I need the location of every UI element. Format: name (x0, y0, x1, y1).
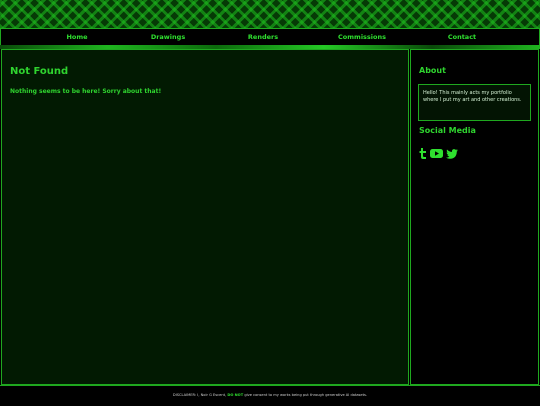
header-banner (0, 0, 540, 28)
nav-commissions-link[interactable]: Commissions (338, 29, 386, 45)
disclaimer-text: DISCLAIMER: I, Noir G Escent, DO NOT giv… (0, 393, 540, 397)
tumblr-icon[interactable] (419, 148, 427, 159)
footer: DISCLAIMER: I, Noir G Escent, DO NOT giv… (0, 385, 540, 406)
social-icons (419, 148, 458, 159)
disclaimer-prefix: DISCLAIMER: I, Noir G Escent, (172, 393, 227, 397)
main-content: Not Found Nothing seems to be here! Sorr… (1, 49, 409, 385)
about-box: Hello! This mainly acts my portfolio whe… (418, 84, 531, 121)
not-found-message: Nothing seems to be here! Sorry about th… (10, 88, 162, 95)
youtube-icon[interactable] (430, 149, 443, 158)
disclaimer-emphasis: DO NOT (227, 393, 244, 397)
about-heading: About (419, 66, 446, 75)
social-media-heading: Social Media (419, 126, 476, 135)
nav-drawings-link[interactable]: Drawings (151, 29, 185, 45)
top-navigation: Home Drawings Renders Commissions Contac… (0, 28, 540, 46)
nav-home-link[interactable]: Home (66, 29, 87, 45)
twitter-icon[interactable] (446, 148, 458, 159)
page-title: Not Found (10, 66, 69, 77)
disclaimer-suffix: give consent to my works being put throu… (244, 393, 368, 397)
sidebar: About Hello! This mainly acts my portfol… (410, 49, 539, 385)
nav-renders-link[interactable]: Renders (248, 29, 278, 45)
nav-contact-link[interactable]: Contact (448, 29, 476, 45)
